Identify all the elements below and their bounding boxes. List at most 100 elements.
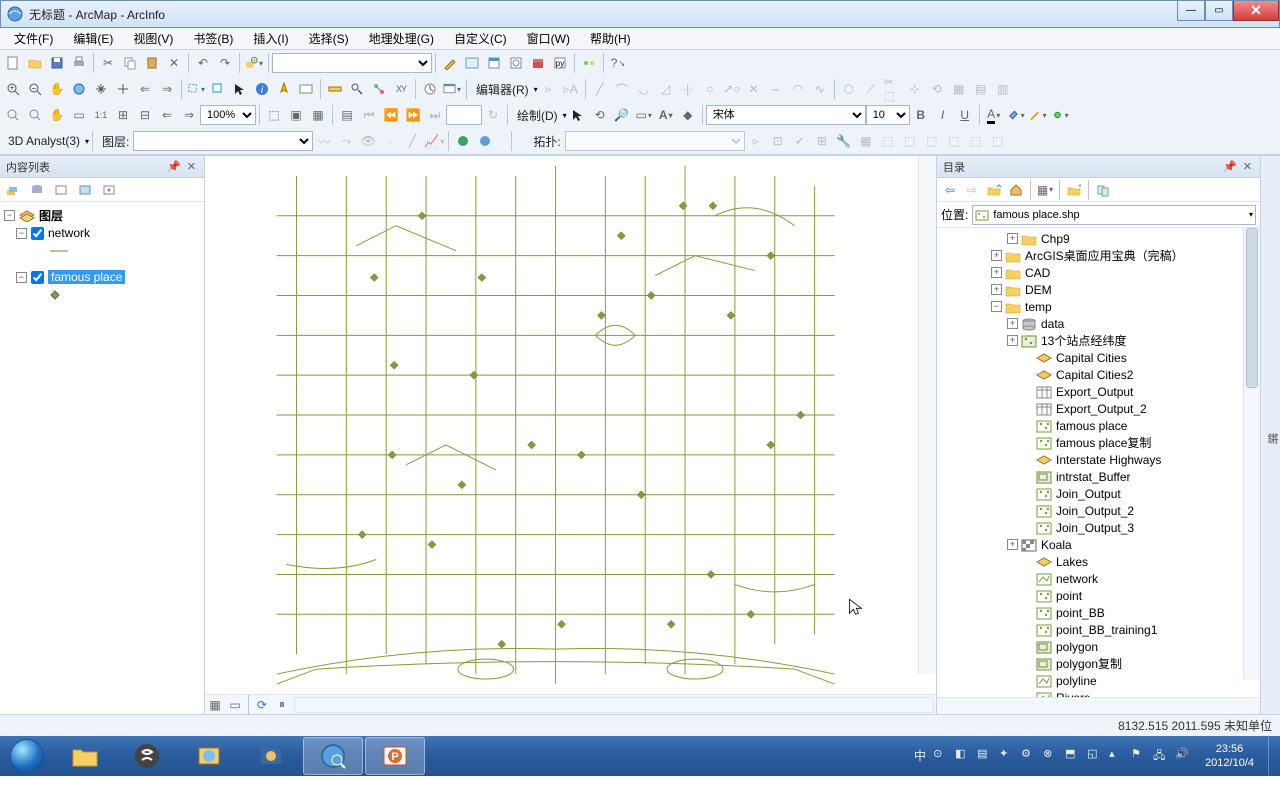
catalog-item[interactable]: +13个站点经纬度 [939, 332, 1260, 349]
direction-distance-button[interactable]: ↗○ [722, 79, 742, 99]
toc-item-famous-place[interactable]: − famous place [2, 268, 202, 286]
fixed-zoom-in-button[interactable] [91, 79, 111, 99]
rotate-button[interactable]: ⟲ [927, 79, 947, 99]
draw-menu-label[interactable]: 绘制(D) [511, 107, 562, 124]
catalog-item[interactable]: point [939, 587, 1260, 604]
tray-network-icon[interactable]: 🖧 [1153, 747, 1171, 765]
python-button[interactable]: py [550, 53, 570, 73]
reshape-button[interactable]: ⟋ [861, 79, 881, 99]
layout-view-button[interactable]: ▭ [226, 696, 244, 714]
layout-prev-extent-button[interactable]: ⇐ [157, 105, 177, 125]
expander-icon[interactable]: + [991, 267, 1002, 278]
save-button[interactable] [47, 53, 67, 73]
list-by-visibility-button[interactable] [51, 180, 71, 200]
catalog-button[interactable] [484, 53, 504, 73]
catalog-item[interactable]: polygon [939, 638, 1260, 655]
new-rectangle-button[interactable]: ▭▾ [634, 105, 654, 125]
map-horizontal-scrollbar[interactable] [294, 697, 934, 713]
ddp-last-button[interactable]: ⏭ [425, 105, 445, 125]
tray-icon[interactable]: ◱ [1087, 747, 1105, 765]
data-driven-pages-button[interactable]: ▤ [337, 105, 357, 125]
topology-b2[interactable]: ⬚ [900, 131, 920, 151]
expander-icon[interactable]: + [1007, 539, 1018, 550]
layout-pan-button[interactable]: ✋ [47, 105, 67, 125]
catalog-item[interactable]: Interstate Highways [939, 451, 1260, 468]
zoom-in-button[interactable]: + [3, 79, 23, 99]
tray-show-hidden-icon[interactable]: ▴ [1109, 747, 1127, 765]
profile-graph-button[interactable]: 📈▾ [424, 131, 444, 151]
catalog-item[interactable]: Export_Output [939, 383, 1260, 400]
interpolate-line-button[interactable]: ╱ [402, 131, 422, 151]
catalog-item[interactable]: intrstat_Buffer [939, 468, 1260, 485]
select-features-button[interactable]: ▾ [186, 79, 206, 99]
edit-annotation-button[interactable]: ▹A [561, 79, 581, 99]
start-button[interactable] [0, 736, 54, 776]
taskbar-arccatalog[interactable] [179, 737, 239, 775]
expander-icon[interactable]: + [1007, 335, 1018, 346]
paste-button[interactable] [142, 53, 162, 73]
catalog-item[interactable]: Join_Output [939, 485, 1260, 502]
layout-zoom-combo[interactable]: 100% [200, 105, 256, 125]
font-name-combo[interactable]: 宋体 [706, 105, 866, 125]
catalog-item[interactable]: Join_Output_2 [939, 502, 1260, 519]
taskbar-powerpoint[interactable]: P [365, 737, 425, 775]
create-features-button[interactable]: ▥ [993, 79, 1013, 99]
pan-button[interactable]: ✋ [47, 79, 67, 99]
topology-b1[interactable]: ⬚ [878, 131, 898, 151]
menu-help[interactable]: 帮助(H) [580, 27, 641, 50]
map-vertical-scrollbar[interactable] [918, 156, 936, 674]
add-data-button[interactable]: +▾ [244, 53, 264, 73]
catalog-item[interactable]: Export_Output_2 [939, 400, 1260, 417]
expander-icon[interactable]: − [16, 272, 27, 283]
layout-fixed-zoom-in-button[interactable]: ⊞ [113, 105, 133, 125]
pause-drawing-button[interactable]: ⏸ [273, 696, 291, 714]
expander-icon[interactable]: + [1007, 233, 1018, 244]
topology-b3[interactable]: ⬚ [922, 131, 942, 151]
help-button[interactable]: ?↘ [608, 53, 628, 73]
catalog-horizontal-scrollbar[interactable] [937, 697, 1260, 714]
new-button[interactable] [3, 53, 23, 73]
menu-file[interactable]: 文件(F) [4, 27, 63, 50]
midpoint-button[interactable]: ·|· [678, 79, 698, 99]
zoom-whole-page-button[interactable]: ▭ [69, 105, 89, 125]
topology-b4[interactable]: ⬚ [944, 131, 964, 151]
layout-next-extent-button[interactable]: ⇒ [179, 105, 199, 125]
distance-distance-button[interactable]: ○ [700, 79, 720, 99]
catalog-item[interactable]: −temp [939, 298, 1260, 315]
show-desktop-button[interactable] [1268, 737, 1276, 775]
maximize-button[interactable]: ▭ [1205, 1, 1233, 21]
interpolate-point-button[interactable]: · [380, 131, 400, 151]
topology-edit-button[interactable]: ▹ [746, 131, 766, 151]
expander-icon[interactable]: + [1007, 318, 1018, 329]
right-angle-button[interactable]: ◿ [656, 79, 676, 99]
catalog-item[interactable]: +Koala [939, 536, 1260, 553]
menu-window[interactable]: 窗口(W) [517, 27, 580, 50]
layout-fixed-zoom-out-button[interactable]: ⊟ [135, 105, 155, 125]
map-canvas[interactable] [205, 156, 936, 694]
catalog-close-icon[interactable]: ✕ [1241, 160, 1254, 173]
catalog-back-button[interactable]: ⇦ [940, 180, 960, 200]
toc-checkbox-network[interactable] [31, 227, 44, 240]
end-point-arc-button[interactable]: ⌒ [612, 79, 632, 99]
toc-symbol-network[interactable] [2, 242, 202, 260]
catalog-item[interactable]: polyline [939, 672, 1260, 689]
catalog-item[interactable]: point_BB_training1 [939, 621, 1260, 638]
expander-icon[interactable]: − [991, 301, 1002, 312]
taskbar-sogou[interactable] [117, 737, 177, 775]
font-size-combo[interactable]: 10 [866, 105, 910, 125]
arcscene-button[interactable] [453, 131, 473, 151]
line-of-sight-button[interactable]: 👁 [358, 131, 378, 151]
side-tab[interactable]: 鏘 [1260, 156, 1280, 714]
redo-button[interactable]: ↷ [215, 53, 235, 73]
zoom-out-button[interactable]: – [25, 79, 45, 99]
catalog-vertical-scrollbar[interactable] [1243, 228, 1260, 680]
catalog-item[interactable]: Capital Cities [939, 349, 1260, 366]
tray-icon[interactable]: ⊙ [933, 747, 951, 765]
catalog-connect-folder-button[interactable]: + [1064, 180, 1084, 200]
menu-bookmarks[interactable]: 书签(B) [183, 27, 243, 50]
tray-icon[interactable]: ▤ [977, 747, 995, 765]
catalog-tree[interactable]: +Chp9+ArcGIS桌面应用宝典（完稿）+CAD+DEM−temp+data… [937, 228, 1260, 697]
tray-icon[interactable]: ✦ [999, 747, 1017, 765]
sketch-properties-button[interactable]: ▤ [971, 79, 991, 99]
taskbar-app[interactable] [241, 737, 301, 775]
